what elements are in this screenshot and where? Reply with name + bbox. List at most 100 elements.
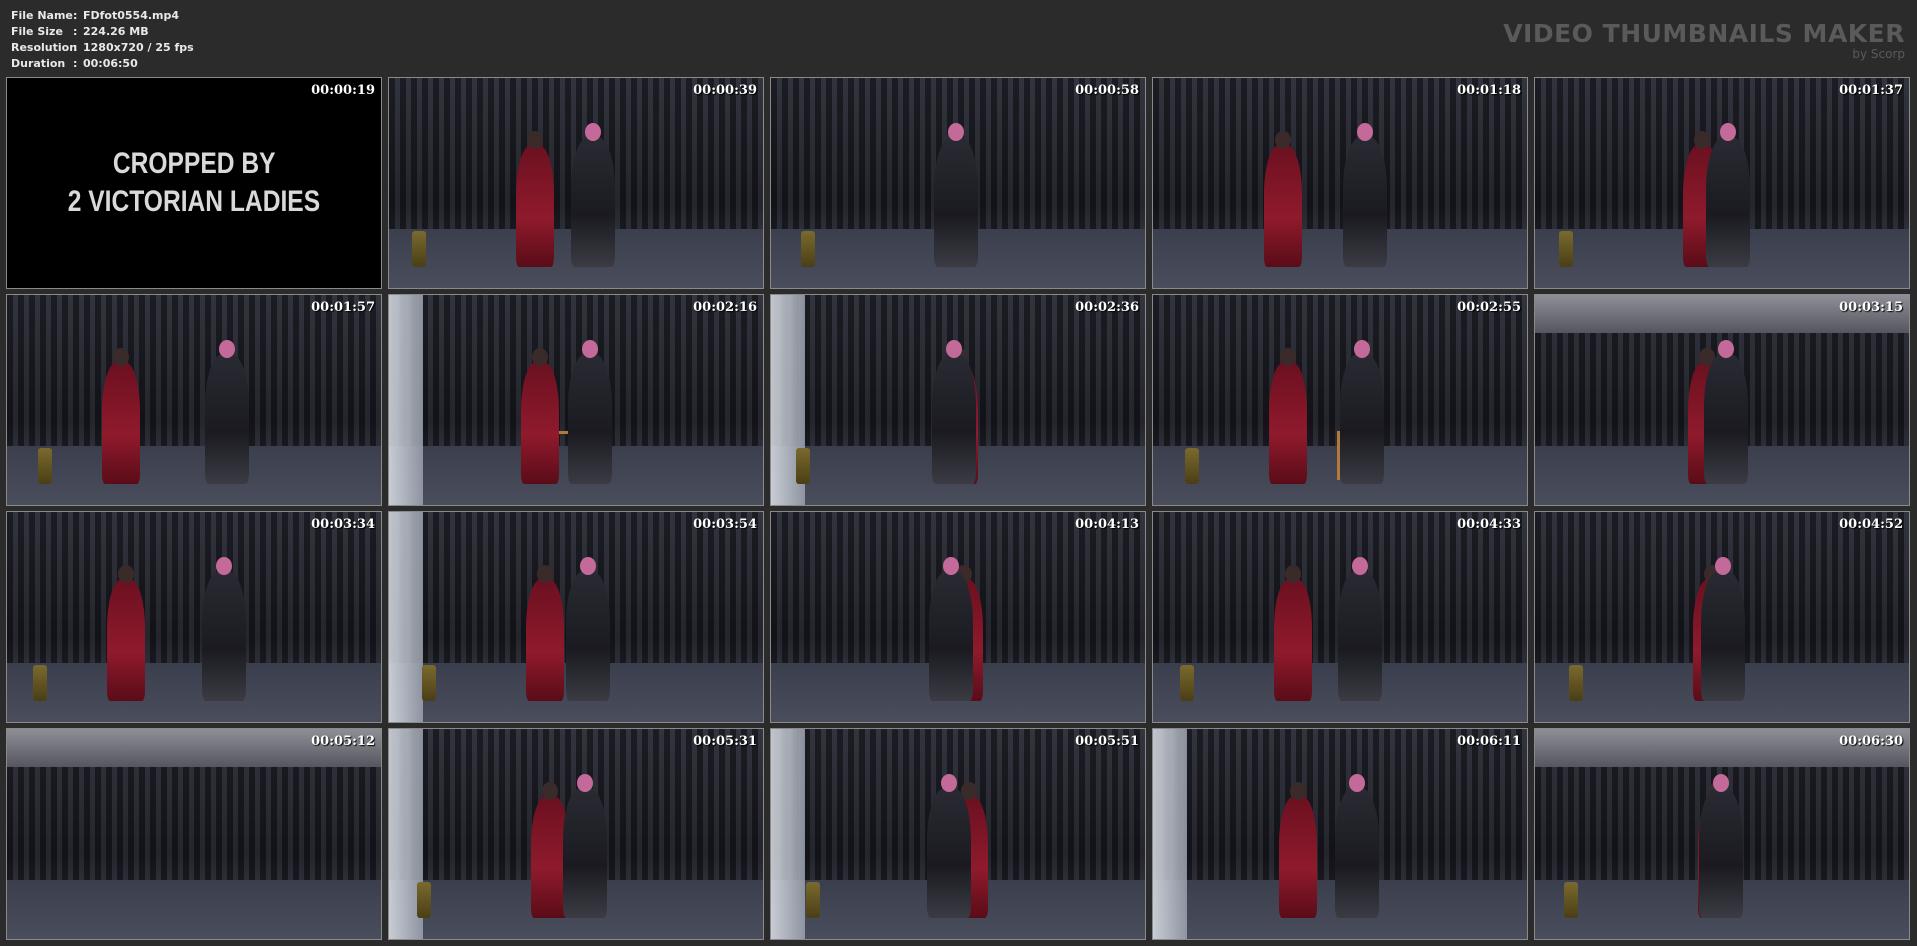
thumbnail-timestamp: 00:02:16 — [693, 300, 757, 315]
thumbnail-image — [1153, 295, 1527, 505]
thumbnail-frame[interactable]: 00:04:52 — [1534, 511, 1910, 723]
thumbnail-frame[interactable]: 00:01:37 — [1534, 77, 1910, 289]
thumbnail-frame[interactable]: CROPPED BY 2 VICTORIAN LADIES 00:00:19 — [6, 77, 382, 289]
figure-head — [1720, 123, 1736, 141]
thumbnail-frame[interactable]: 00:04:13 — [770, 511, 1146, 723]
thumbnail-timestamp: 00:01:37 — [1839, 83, 1903, 98]
vase — [1180, 665, 1194, 701]
thumbnail-timestamp: 00:03:15 — [1839, 300, 1903, 315]
thumbnail-frame[interactable]: 00:02:55 — [1152, 294, 1528, 506]
figure-red-dress — [1264, 145, 1302, 267]
thumbnail-timestamp: 00:04:33 — [1457, 517, 1521, 532]
thumbnail-frame[interactable]: 00:03:34 — [6, 511, 382, 723]
figure-black-dress — [934, 136, 978, 267]
brand-title: VIDEO THUMBNAILS MAKER — [1503, 19, 1905, 48]
thumbnail-sheet: File Name : FDfot0554.mp4 File Size : 22… — [0, 0, 1917, 946]
thumbnail-frame[interactable]: 00:06:30 — [1534, 728, 1910, 940]
figure-red-dress — [521, 362, 559, 484]
figure-head — [584, 123, 601, 141]
thumbnail-image — [7, 729, 381, 939]
thumbnail-image — [389, 512, 763, 722]
resolution-label: Resolution — [11, 41, 78, 54]
brand-subtitle: by Scorp — [1852, 47, 1905, 61]
figure-red-dress — [1269, 362, 1307, 484]
file-size-sep: : — [73, 25, 78, 38]
figure-head — [1351, 557, 1368, 575]
file-name-value: FDfot0554.mp4 — [83, 9, 180, 22]
figure-black-dress — [1701, 570, 1745, 701]
thumbnail-image — [771, 295, 1145, 505]
vase — [33, 665, 47, 701]
thumbnail-timestamp: 00:00:39 — [693, 83, 757, 98]
thumbnail-image — [7, 295, 381, 505]
vase — [417, 882, 431, 918]
thumbnail-frame[interactable]: 00:05:51 — [770, 728, 1146, 940]
figure-black-dress — [565, 570, 610, 701]
figure-black-dress — [926, 787, 971, 918]
duration-label: Duration — [11, 57, 66, 70]
vase — [1185, 448, 1199, 484]
vase — [801, 231, 815, 267]
vase — [422, 665, 436, 701]
thumbnail-image — [1153, 729, 1527, 939]
thumbnail-timestamp: 00:06:30 — [1839, 734, 1903, 749]
thumbnail-frame[interactable]: 00:01:18 — [1152, 77, 1528, 289]
thumbnail-frame[interactable]: 00:01:57 — [6, 294, 382, 506]
resolution-value: 1280x720 / 25 fps — [83, 41, 194, 54]
thumbnail-timestamp: 00:05:31 — [693, 734, 757, 749]
resolution-row: Resolution : 1280x720 / 25 fps — [11, 40, 194, 56]
floor — [7, 663, 381, 722]
figure-black-dress — [563, 787, 607, 918]
figure-black-dress — [929, 570, 973, 701]
file-name-sep: : — [73, 9, 78, 22]
file-size-label: File Size — [11, 25, 63, 38]
window — [771, 729, 805, 939]
figure-black-dress — [570, 136, 615, 267]
figure-head — [218, 340, 235, 358]
figure-black-dress — [931, 353, 976, 484]
floor — [1153, 229, 1527, 288]
figure-red-dress — [107, 579, 145, 701]
thumbnail-frame[interactable]: 00:02:16 — [388, 294, 764, 506]
figure-head — [1712, 774, 1729, 792]
figure-head — [1349, 774, 1365, 792]
thumbnail-frame[interactable]: 00:05:31 — [388, 728, 764, 940]
file-size-value: 224.26 MB — [83, 25, 149, 38]
thumbnail-frame[interactable]: 00:06:11 — [1152, 728, 1528, 940]
thumbnail-image — [389, 78, 763, 288]
figure-red-dress — [1279, 796, 1317, 918]
duration-value: 00:06:50 — [83, 57, 138, 70]
thumbnail-timestamp: 00:01:18 — [1457, 83, 1521, 98]
thumbnail-image — [1535, 512, 1909, 722]
thumbnail-frame[interactable]: 00:04:33 — [1152, 511, 1528, 723]
figure-head — [1715, 557, 1731, 575]
thumbnail-image — [1535, 295, 1909, 505]
vase — [1559, 231, 1573, 267]
thumbnail-timestamp: 00:03:34 — [311, 517, 375, 532]
thumbnail-image — [771, 512, 1145, 722]
thumbnail-timestamp: 00:06:11 — [1457, 734, 1521, 749]
thumbnail-frame[interactable]: 00:03:54 — [388, 511, 764, 723]
thumbnail-image — [389, 729, 763, 939]
vase — [412, 231, 426, 267]
thumbnail-frame[interactable]: 00:03:15 — [1534, 294, 1910, 506]
brand-logo: VIDEO THUMBNAILS MAKER by Scorp — [1503, 19, 1905, 61]
figure-black-dress — [202, 570, 246, 701]
figure-black-dress — [1698, 787, 1743, 918]
thumbnail-image — [7, 512, 381, 722]
file-info-panel: File Name : FDfot0554.mp4 File Size : 22… — [11, 8, 194, 72]
thumbnail-frame[interactable]: 00:02:36 — [770, 294, 1146, 506]
thumbnail-frame[interactable]: 00:00:58 — [770, 77, 1146, 289]
thumbnail-frame[interactable]: 00:05:12 — [6, 728, 382, 940]
figure-head — [943, 557, 959, 575]
vase — [796, 448, 810, 484]
title-card-line-2: 2 VICTORIAN LADIES — [67, 185, 321, 218]
thumbnail-frame[interactable]: 00:00:39 — [388, 77, 764, 289]
figure-black-dress — [1342, 136, 1387, 267]
thumbnail-image — [771, 729, 1145, 939]
vase — [38, 448, 52, 484]
figure-red-dress — [102, 362, 140, 484]
thumbnail-image: CROPPED BY 2 VICTORIAN LADIES — [7, 78, 381, 288]
figure-black-dress — [1340, 353, 1384, 484]
figure-head — [940, 774, 957, 792]
